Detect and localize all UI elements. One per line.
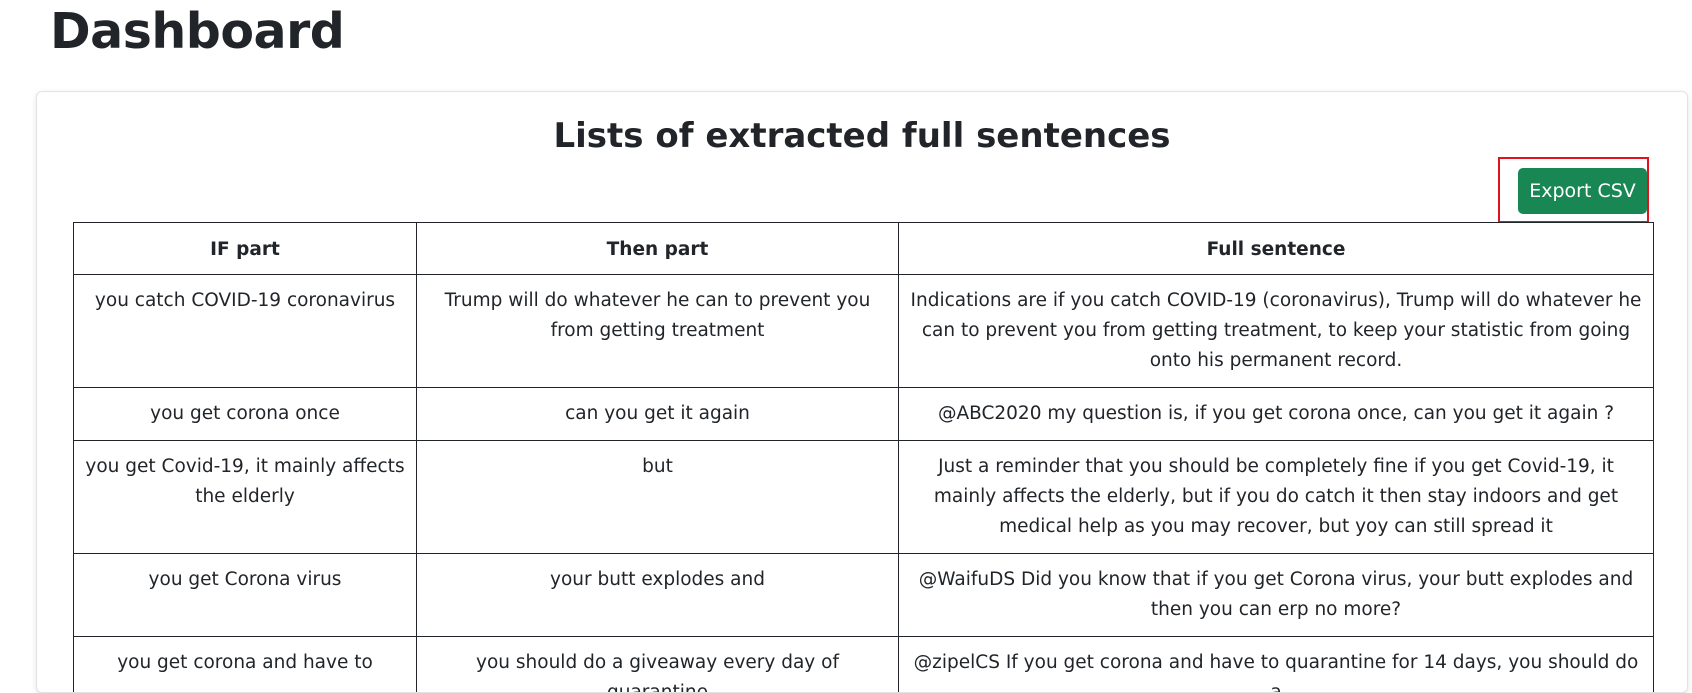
table-row: you catch COVID-19 coronavirus Trump wil… <box>74 275 1654 388</box>
sentences-table: IF part Then part Full sentence you catc… <box>73 222 1654 693</box>
header-if-part: IF part <box>74 223 417 275</box>
table-row: you get corona once can you get it again… <box>74 388 1654 441</box>
card-title: Lists of extracted full sentences <box>37 112 1687 160</box>
if-part-cell: you get corona once <box>74 388 417 441</box>
full-sentence-cell: Just a reminder that you should be compl… <box>899 441 1654 554</box>
then-part-cell: can you get it again <box>417 388 899 441</box>
export-csv-button[interactable]: Export CSV <box>1518 168 1647 214</box>
full-sentence-cell: @WaifuDS Did you know that if you get Co… <box>899 554 1654 637</box>
table-row: you get Corona virus your butt explodes … <box>74 554 1654 637</box>
header-then-part: Then part <box>417 223 899 275</box>
then-part-cell: your butt explodes and <box>417 554 899 637</box>
header-full-sentence: Full sentence <box>899 223 1654 275</box>
page-title: Dashboard <box>50 2 344 62</box>
full-sentence-cell: @zipelCS If you get corona and have to q… <box>899 637 1654 693</box>
table-header-row: IF part Then part Full sentence <box>74 223 1654 275</box>
if-part-cell: you catch COVID-19 coronavirus <box>74 275 417 388</box>
full-sentence-cell: Indications are if you catch COVID-19 (c… <box>899 275 1654 388</box>
sentences-card: Lists of extracted full sentences Export… <box>36 91 1688 693</box>
table-row: you get corona and have to you should do… <box>74 637 1654 693</box>
if-part-cell: you get Covid-19, it mainly affects the … <box>74 441 417 554</box>
if-part-cell: you get Corona virus <box>74 554 417 637</box>
if-part-cell: you get corona and have to <box>74 637 417 693</box>
then-part-cell: Trump will do whatever he can to prevent… <box>417 275 899 388</box>
full-sentence-cell: @ABC2020 my question is, if you get coro… <box>899 388 1654 441</box>
table-row: you get Covid-19, it mainly affects the … <box>74 441 1654 554</box>
export-highlight: Export CSV <box>1498 157 1649 223</box>
then-part-cell: but <box>417 441 899 554</box>
then-part-cell: you should do a giveaway every day of qu… <box>417 637 899 693</box>
